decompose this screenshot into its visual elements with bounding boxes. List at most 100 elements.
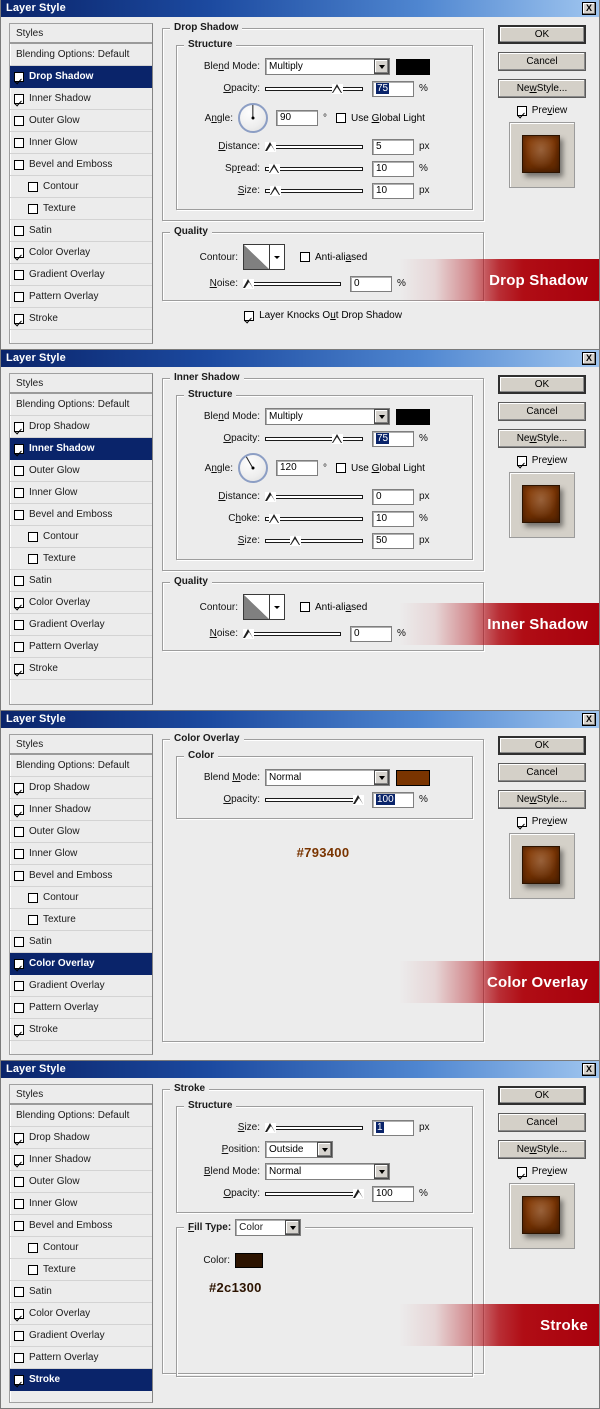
- style-item-inner-shadow[interactable]: Inner Shadow: [10, 88, 152, 110]
- style-item-stroke[interactable]: Stroke: [10, 308, 152, 330]
- close-icon[interactable]: X: [582, 1063, 596, 1076]
- checkbox-use-global-light[interactable]: [336, 463, 346, 473]
- cancel-button[interactable]: Cancel: [498, 402, 586, 421]
- checkbox-pattern-overlay[interactable]: [14, 1352, 24, 1363]
- checkbox-preview[interactable]: [516, 455, 527, 466]
- size-slider[interactable]: [265, 184, 363, 198]
- preview-toggle-row[interactable]: Preview: [516, 455, 567, 466]
- new-style-button[interactable]: Ne w Style...: [498, 79, 586, 98]
- noise-slider[interactable]: [243, 277, 341, 291]
- opacity-slider[interactable]: [265, 82, 363, 96]
- size-slider[interactable]: [265, 534, 363, 548]
- chevron-down-icon[interactable]: [317, 1142, 332, 1157]
- opacity-slider[interactable]: [265, 432, 363, 446]
- style-item-stroke[interactable]: Stroke: [10, 658, 152, 680]
- style-item-pattern-overlay[interactable]: Pattern Overlay: [10, 997, 152, 1019]
- checkbox-inner-shadow[interactable]: [14, 443, 24, 454]
- style-item-blending-options[interactable]: Blending Options: Default: [10, 755, 152, 777]
- opacity-slider[interactable]: [265, 1187, 365, 1201]
- checkbox-contour[interactable]: [28, 531, 38, 542]
- style-item-inner-glow[interactable]: Inner Glow: [10, 843, 152, 865]
- checkbox-preview[interactable]: [516, 1166, 527, 1177]
- new-style-button[interactable]: Ne w Style...: [498, 790, 586, 809]
- opacity-input[interactable]: 75: [372, 430, 414, 447]
- style-item-drop-shadow[interactable]: Drop Shadow: [10, 66, 152, 88]
- blend-mode-select[interactable]: Normal: [265, 769, 390, 786]
- style-item-contour[interactable]: Contour: [10, 176, 152, 198]
- style-item-color-overlay[interactable]: Color Overlay: [10, 592, 152, 614]
- preview-toggle-row[interactable]: Preview: [516, 816, 567, 827]
- ok-button[interactable]: OK: [498, 736, 586, 755]
- blend-color-swatch[interactable]: [396, 58, 430, 75]
- checkbox-inner-glow[interactable]: [14, 848, 24, 859]
- checkbox-preview[interactable]: [516, 105, 527, 116]
- chevron-down-icon[interactable]: [374, 1164, 389, 1179]
- angle-input[interactable]: 120: [276, 460, 318, 476]
- blend-color-swatch[interactable]: [396, 408, 430, 425]
- checkbox-gradient-overlay[interactable]: [14, 619, 24, 630]
- new-style-button[interactable]: Ne w Style...: [498, 1140, 586, 1159]
- style-item-drop-shadow[interactable]: Drop Shadow: [10, 1127, 152, 1149]
- blend-mode-select[interactable]: Multiply: [265, 408, 390, 425]
- checkbox-bevel-and-emboss[interactable]: [14, 159, 24, 170]
- ok-button[interactable]: OK: [498, 1086, 586, 1105]
- checkbox-color-overlay[interactable]: [14, 247, 24, 258]
- style-item-outer-glow[interactable]: Outer Glow: [10, 1171, 152, 1193]
- noise-input[interactable]: 0: [350, 625, 392, 642]
- cancel-button[interactable]: Cancel: [498, 763, 586, 782]
- chevron-down-icon[interactable]: [374, 770, 389, 785]
- checkbox-color-overlay[interactable]: [14, 958, 24, 969]
- checkbox-color-overlay[interactable]: [14, 1308, 24, 1319]
- style-item-bevel-and-emboss[interactable]: Bevel and Emboss: [10, 154, 152, 176]
- checkbox-drop-shadow[interactable]: [14, 782, 24, 793]
- size-input[interactable]: 10: [372, 182, 414, 199]
- checkbox-inner-shadow[interactable]: [14, 1154, 24, 1165]
- noise-slider[interactable]: [243, 627, 341, 641]
- angle-dial[interactable]: [238, 453, 268, 483]
- distance-slider[interactable]: [265, 490, 363, 504]
- checkbox-contour[interactable]: [28, 181, 38, 192]
- chevron-down-icon[interactable]: [374, 409, 389, 424]
- layer-knocks-out-row[interactable]: Layer Knocks Out Drop Shadow: [162, 310, 484, 321]
- checkbox-satin[interactable]: [14, 1286, 24, 1297]
- new-style-button[interactable]: Ne w Style...: [498, 429, 586, 448]
- style-item-satin[interactable]: Satin: [10, 570, 152, 592]
- checkbox-stroke[interactable]: [14, 1024, 24, 1035]
- style-item-color-overlay[interactable]: Color Overlay: [10, 953, 152, 975]
- checkbox-gradient-overlay[interactable]: [14, 269, 24, 280]
- checkbox-outer-glow[interactable]: [14, 465, 24, 476]
- style-item-texture[interactable]: Texture: [10, 909, 152, 931]
- checkbox-layer-knocks-out[interactable]: [244, 310, 255, 321]
- style-item-blending-options[interactable]: Blending Options: Default: [10, 394, 152, 416]
- style-item-satin[interactable]: Satin: [10, 220, 152, 242]
- chevron-down-icon[interactable]: [374, 59, 389, 74]
- style-item-texture[interactable]: Texture: [10, 548, 152, 570]
- style-item-inner-glow[interactable]: Inner Glow: [10, 132, 152, 154]
- opacity-slider[interactable]: [265, 793, 365, 807]
- checkbox-inner-shadow[interactable]: [14, 804, 24, 815]
- checkbox-bevel-and-emboss[interactable]: [14, 870, 24, 881]
- distance-input[interactable]: 0: [372, 488, 414, 505]
- checkbox-gradient-overlay[interactable]: [14, 980, 24, 991]
- style-item-gradient-overlay[interactable]: Gradient Overlay: [10, 975, 152, 997]
- style-item-outer-glow[interactable]: Outer Glow: [10, 821, 152, 843]
- size-slider[interactable]: [265, 1121, 363, 1135]
- preview-toggle-row[interactable]: Preview: [516, 105, 567, 116]
- checkbox-contour[interactable]: [28, 1242, 38, 1253]
- checkbox-texture[interactable]: [28, 1264, 38, 1275]
- cancel-button[interactable]: Cancel: [498, 52, 586, 71]
- style-item-drop-shadow[interactable]: Drop Shadow: [10, 777, 152, 799]
- checkbox-pattern-overlay[interactable]: [14, 291, 24, 302]
- style-item-drop-shadow[interactable]: Drop Shadow: [10, 416, 152, 438]
- checkbox-outer-glow[interactable]: [14, 1176, 24, 1187]
- checkbox-stroke[interactable]: [14, 313, 24, 324]
- angle-input[interactable]: 90: [276, 110, 318, 126]
- checkbox-inner-glow[interactable]: [14, 487, 24, 498]
- checkbox-stroke[interactable]: [14, 663, 24, 674]
- checkbox-drop-shadow[interactable]: [14, 71, 24, 82]
- close-icon[interactable]: X: [582, 713, 596, 726]
- contour-preset-picker[interactable]: [243, 594, 285, 620]
- distance-slider[interactable]: [265, 140, 363, 154]
- style-item-stroke[interactable]: Stroke: [10, 1369, 152, 1391]
- style-item-inner-shadow[interactable]: Inner Shadow: [10, 799, 152, 821]
